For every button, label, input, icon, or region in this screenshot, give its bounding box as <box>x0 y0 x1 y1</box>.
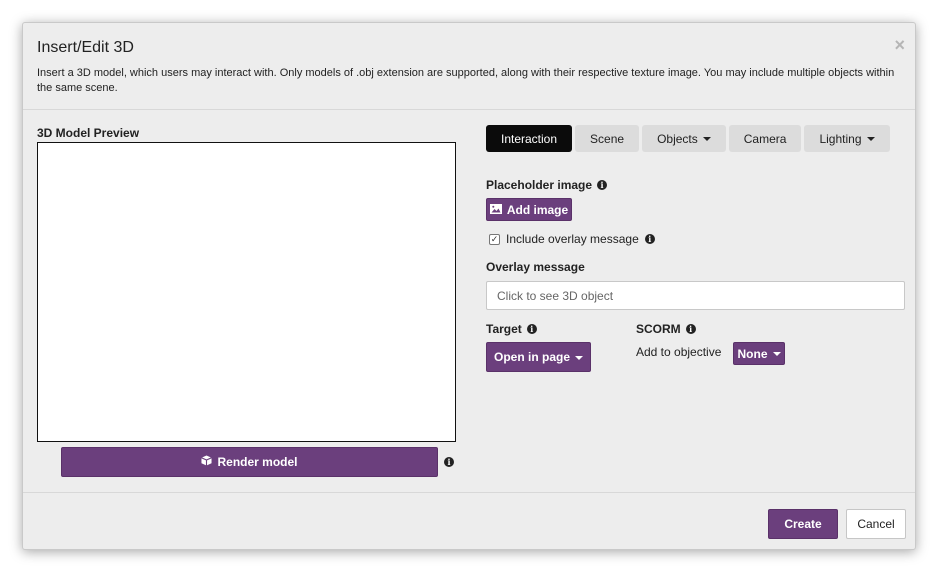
caret-down-icon <box>702 137 711 141</box>
caret-down-icon <box>866 137 875 141</box>
caret-down-icon <box>575 355 583 360</box>
cube-icon <box>201 455 213 469</box>
dialog-description: Insert a 3D model, which users may inter… <box>37 67 895 94</box>
tab-camera[interactable]: Camera <box>728 125 802 152</box>
add-to-objective-label: Add to objective <box>636 345 722 359</box>
caret-down-icon <box>772 352 781 356</box>
add-image-label: Add image <box>506 202 569 217</box>
image-icon <box>489 203 502 217</box>
dialog-title: Insert/Edit 3D <box>37 39 134 56</box>
overlay-message-input[interactable]: Click to see 3D object <box>486 281 905 310</box>
placeholder-image-label: Placeholder image i <box>486 178 608 192</box>
tab-interaction[interactable]: Interaction <box>486 125 573 152</box>
target-label: Target i <box>486 322 537 336</box>
placeholder-image-text: Placeholder image <box>486 178 593 192</box>
tab-label: Objects <box>657 131 698 146</box>
tab-label: Interaction <box>501 131 558 146</box>
placeholder-info-icon[interactable]: i <box>597 180 608 190</box>
target-value: Open in page <box>493 350 570 364</box>
render-model-label: Render model <box>217 455 298 469</box>
target-info-icon[interactable]: i <box>526 324 537 334</box>
scorm-info-icon[interactable]: i <box>685 324 696 334</box>
include-overlay-label: Include overlay message <box>506 232 639 246</box>
insert-edit-3d-dialog: Insert/Edit 3D × Insert a 3D model, whic… <box>22 22 916 550</box>
tab-lighting[interactable]: Lighting <box>804 125 890 152</box>
overlay-info-icon[interactable]: i <box>644 234 655 244</box>
model-preview-canvas[interactable] <box>37 142 456 442</box>
header-divider <box>23 109 915 110</box>
render-info-icon[interactable]: i <box>444 457 454 467</box>
target-text: Target <box>486 322 522 336</box>
preview-label: 3D Model Preview <box>37 126 140 140</box>
objective-dropdown[interactable]: None <box>733 342 785 365</box>
cancel-button[interactable]: Cancel <box>846 509 906 539</box>
target-dropdown[interactable]: Open in page <box>486 342 591 372</box>
tab-label: Lighting <box>819 131 862 146</box>
scorm-label: SCORM i <box>636 322 696 336</box>
include-overlay-checkbox[interactable]: ✓ <box>489 233 500 245</box>
close-icon[interactable]: × <box>894 35 905 56</box>
add-image-button[interactable]: Add image <box>486 198 572 221</box>
tab-label: Scene <box>590 131 625 146</box>
render-model-button[interactable]: Render model <box>61 447 438 477</box>
tab-objects[interactable]: Objects <box>642 125 726 152</box>
overlay-message-label: Overlay message <box>486 260 585 274</box>
create-button[interactable]: Create <box>768 509 838 539</box>
scorm-text: SCORM <box>636 322 681 336</box>
footer-divider <box>23 492 915 493</box>
include-overlay-row: ✓ Include overlay message i <box>489 232 655 246</box>
tab-scene[interactable]: Scene <box>575 125 640 152</box>
tab-bar: Interaction Scene Objects Camera Lightin… <box>486 125 890 152</box>
objective-value: None <box>737 346 768 361</box>
tab-label: Camera <box>743 131 787 146</box>
